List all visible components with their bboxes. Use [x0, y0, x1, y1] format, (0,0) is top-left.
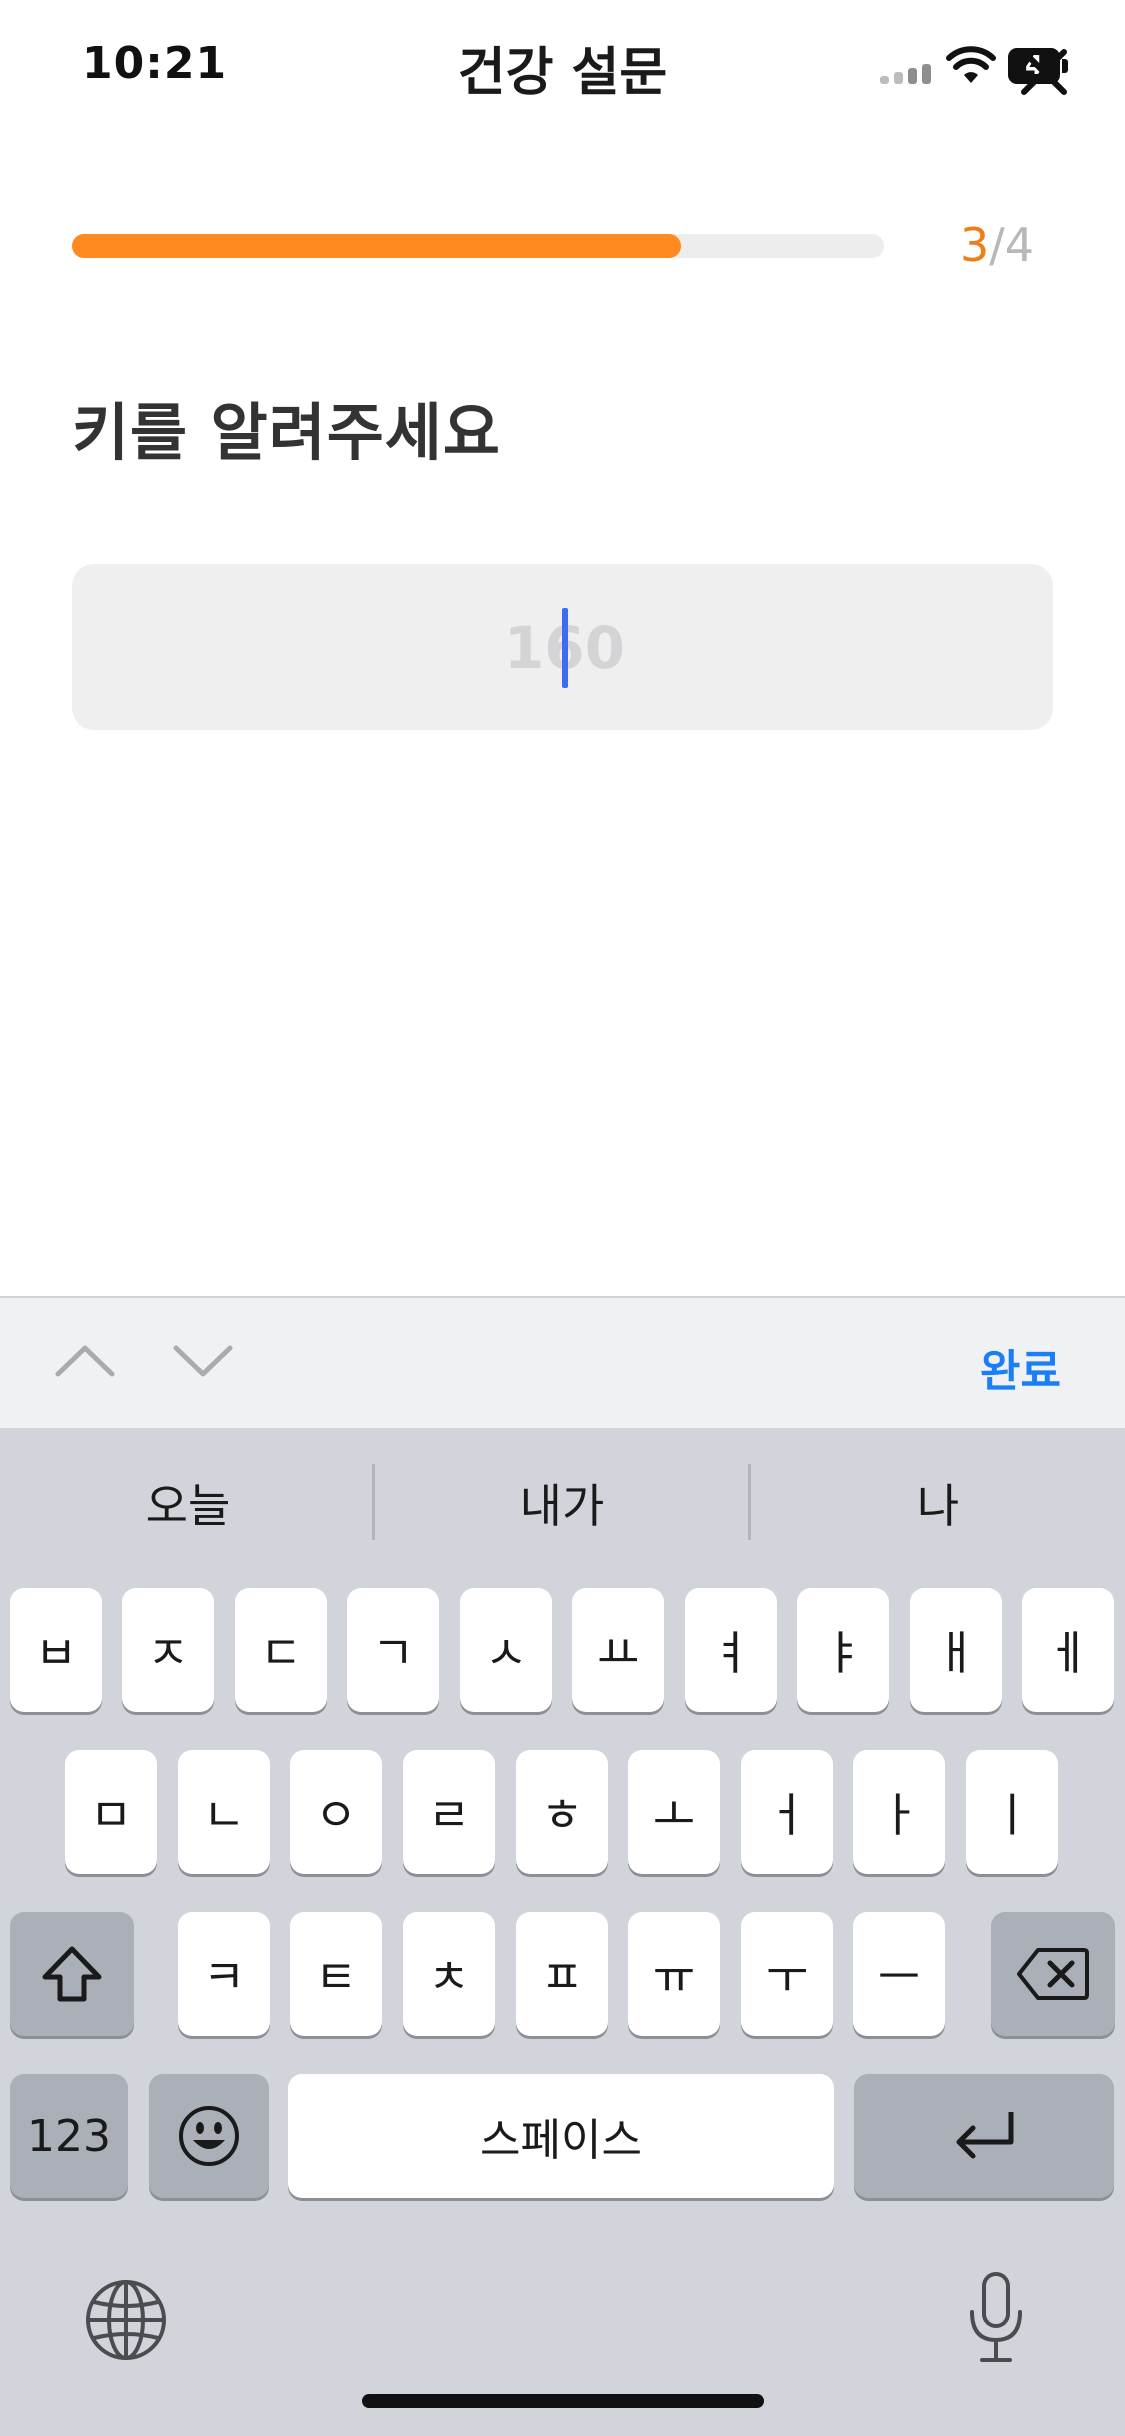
- key[interactable]: ㅡ: [853, 1912, 945, 2036]
- globe-icon[interactable]: [84, 2278, 168, 2362]
- done-button[interactable]: 완료: [980, 1335, 1061, 1399]
- key[interactable]: ㄱ: [347, 1588, 439, 1712]
- key[interactable]: ㅁ: [65, 1750, 157, 1874]
- key[interactable]: ㅑ: [797, 1588, 889, 1712]
- backspace-icon: [1017, 1948, 1089, 2000]
- emoji-icon: [179, 2106, 239, 2166]
- return-key[interactable]: [854, 2074, 1114, 2198]
- suggestion-3[interactable]: 나: [752, 1470, 1124, 1536]
- key[interactable]: ㅜ: [741, 1912, 833, 2036]
- wifi-icon: [946, 46, 996, 83]
- shift-key[interactable]: [10, 1912, 134, 2036]
- key[interactable]: ㅇ: [290, 1750, 382, 1874]
- suggestion-divider: [748, 1464, 751, 1540]
- step-current: 3: [960, 218, 990, 272]
- key[interactable]: ㅎ: [516, 1750, 608, 1874]
- step-counter: 3/4: [960, 218, 1034, 272]
- chevron-down-icon[interactable]: [168, 1326, 238, 1396]
- key[interactable]: ㅂ: [10, 1588, 102, 1712]
- delete-key[interactable]: [991, 1912, 1115, 2036]
- key[interactable]: ㅕ: [685, 1588, 777, 1712]
- key[interactable]: ㅓ: [741, 1750, 833, 1874]
- return-icon: [956, 2112, 1014, 2159]
- key[interactable]: ㅊ: [403, 1912, 495, 2036]
- step-separator: /: [989, 218, 1005, 272]
- microphone-icon[interactable]: [964, 2268, 1028, 2368]
- key[interactable]: ㅍ: [516, 1912, 608, 2036]
- suggestion-1[interactable]: 오늘: [2, 1470, 374, 1536]
- suggestion-2[interactable]: 내가: [376, 1470, 748, 1536]
- key[interactable]: ㅣ: [966, 1750, 1058, 1874]
- key[interactable]: ㅌ: [290, 1912, 382, 2036]
- key[interactable]: ㄴ: [178, 1750, 270, 1874]
- suggestion-divider: [372, 1464, 375, 1540]
- key[interactable]: ㅗ: [628, 1750, 720, 1874]
- key[interactable]: ㅠ: [628, 1912, 720, 2036]
- key[interactable]: ㅐ: [910, 1588, 1002, 1712]
- numbers-key[interactable]: 123: [10, 2074, 128, 2198]
- progress-bar: [72, 234, 884, 258]
- key[interactable]: ㅏ: [853, 1750, 945, 1874]
- chevron-up-icon[interactable]: [50, 1326, 120, 1396]
- key[interactable]: ㄹ: [403, 1750, 495, 1874]
- signal-icon: [880, 62, 932, 84]
- key[interactable]: ㅅ: [460, 1588, 552, 1712]
- key[interactable]: ㄷ: [235, 1588, 327, 1712]
- home-indicator: [362, 2394, 764, 2408]
- emoji-key[interactable]: [149, 2074, 269, 2198]
- key[interactable]: ㅛ: [572, 1588, 664, 1712]
- close-icon[interactable]: [1012, 40, 1076, 104]
- question-title: 키를 알려주세요: [72, 396, 501, 469]
- key[interactable]: ㅔ: [1022, 1588, 1114, 1712]
- key[interactable]: ㅈ: [122, 1588, 214, 1712]
- space-key[interactable]: 스페이스: [288, 2074, 834, 2198]
- shift-icon: [42, 1946, 102, 2002]
- key[interactable]: ㅋ: [178, 1912, 270, 2036]
- progress-fill: [72, 234, 681, 258]
- text-caret: [562, 608, 568, 688]
- step-total: 4: [1004, 218, 1035, 272]
